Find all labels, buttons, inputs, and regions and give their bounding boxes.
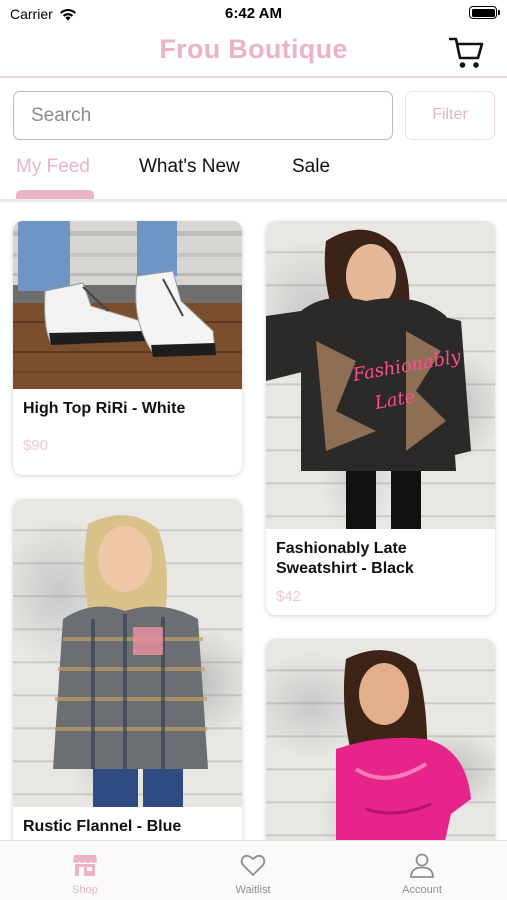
- app-header: Frou Boutique: [0, 28, 507, 78]
- status-time: 6:42 AM: [225, 5, 282, 22]
- battery-icon: [469, 6, 500, 19]
- app-title: Frou Boutique: [159, 34, 348, 64]
- shop-icon: [73, 855, 97, 876]
- cart-icon[interactable]: [449, 36, 485, 70]
- product-card[interactable]: Fashionably Late Fashionably Late Sweats…: [266, 221, 495, 615]
- active-tab-indicator: [16, 190, 94, 199]
- product-image: [13, 221, 242, 389]
- search-input[interactable]: [14, 92, 392, 139]
- tab-whats-new[interactable]: What's New: [139, 156, 240, 178]
- product-photo: [53, 515, 208, 807]
- product-image: Fashionably Late: [266, 221, 495, 529]
- product-image: [13, 499, 242, 807]
- tab-sale[interactable]: Sale: [292, 156, 330, 178]
- tab-account[interactable]: Account: [362, 841, 482, 900]
- heart-icon: [240, 854, 266, 876]
- tab-account-label: Account: [402, 884, 442, 896]
- tab-waitlist-label: Waitlist: [235, 884, 271, 896]
- tab-shop-label: Shop: [72, 884, 98, 896]
- product-name: Fashionably Late Sweatshirt - Black: [276, 540, 414, 577]
- filter-button[interactable]: Filter: [405, 91, 495, 140]
- product-name: Rustic Flannel - Blue: [23, 818, 182, 835]
- feed-tabs: My Feed What's New Sale: [0, 150, 507, 202]
- product-photo: [336, 650, 471, 859]
- account-icon: [410, 853, 434, 878]
- product-name: High Top RiRi - White: [23, 400, 186, 417]
- bottom-tab-bar: Shop Waitlist Account: [0, 840, 507, 900]
- product-image: [266, 639, 495, 859]
- product-card[interactable]: Rustic Flannel - Blue: [13, 499, 242, 859]
- product-price: $42: [276, 588, 302, 605]
- search-field[interactable]: [13, 91, 393, 140]
- product-price: $90: [23, 437, 49, 454]
- product-card[interactable]: High Top RiRi - White $90: [13, 221, 242, 475]
- product-photo: Fashionably Late: [266, 229, 471, 529]
- tab-waitlist[interactable]: Waitlist: [193, 841, 313, 900]
- tab-my-feed[interactable]: My Feed: [16, 156, 90, 178]
- product-card[interactable]: [266, 639, 495, 859]
- status-bar: Carrier 6:42 AM: [0, 0, 507, 28]
- tab-shop[interactable]: Shop: [25, 841, 145, 900]
